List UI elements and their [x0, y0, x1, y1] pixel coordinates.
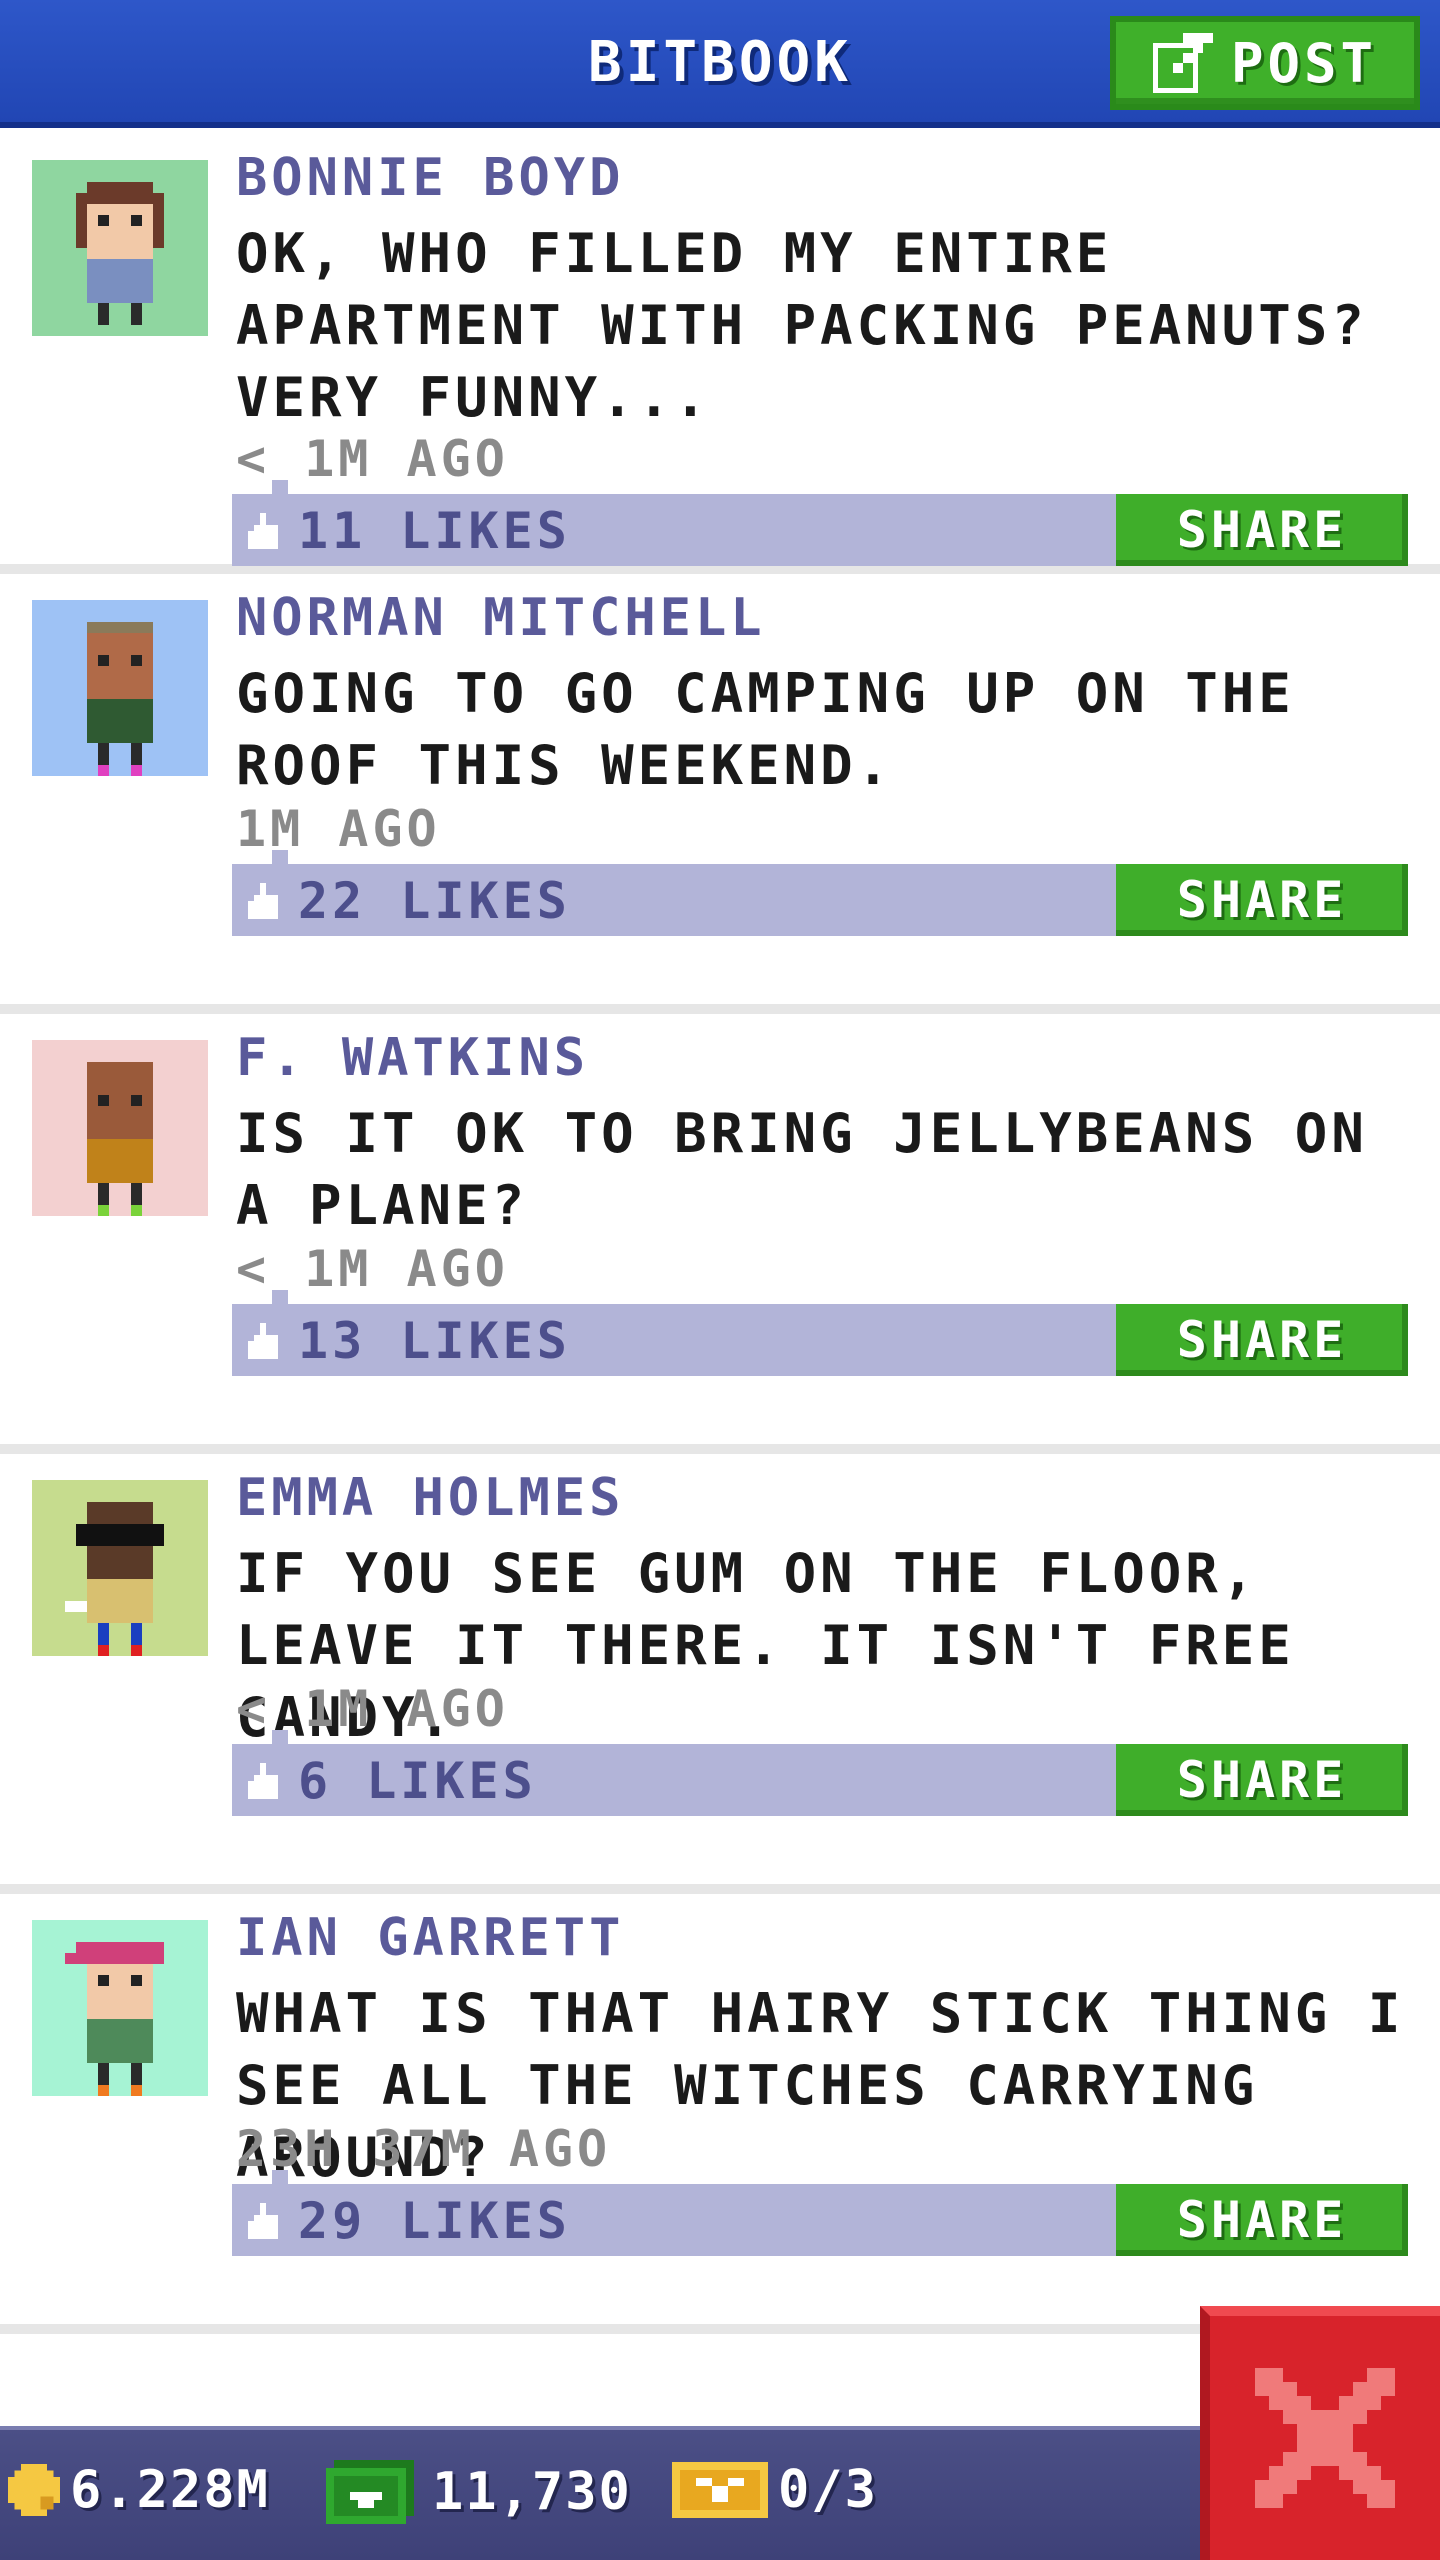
post-author[interactable]: BONNIE BOYD — [236, 148, 624, 208]
likes-count[interactable]: 22 LIKES — [248, 872, 571, 930]
likes-label: 29 LIKES — [298, 2192, 571, 2250]
feed-post: EMMA HOLMES IF YOU SEE GUM ON THE FLOOR,… — [0, 1454, 1440, 1894]
thumb-up-icon — [248, 2203, 278, 2239]
coins-counter[interactable]: 6.228M — [8, 2460, 270, 2520]
avatar[interactable] — [32, 1040, 208, 1216]
likes-count[interactable]: 11 LIKES — [248, 502, 571, 560]
likes-count[interactable]: 29 LIKES — [248, 2192, 571, 2250]
header-bar: BITBOOK POST — [0, 0, 1440, 128]
tickets-value: 0/3 — [778, 2460, 878, 2520]
bitizen-avatar — [32, 1480, 208, 1656]
likes-label: 11 LIKES — [298, 502, 571, 560]
likes-bar: 13 LIKES SHARE — [232, 1290, 1408, 1376]
ticket-icon — [672, 2462, 768, 2518]
likes-bar: 29 LIKES SHARE — [232, 2170, 1408, 2256]
share-button[interactable]: SHARE — [1116, 1744, 1408, 1816]
likes-count[interactable]: 13 LIKES — [248, 1312, 571, 1370]
close-icon — [1255, 2368, 1395, 2508]
feed-post: IAN GARRETT WHAT IS THAT HAIRY STICK THI… — [0, 1894, 1440, 2334]
coin-icon — [8, 2464, 60, 2516]
likes-label: 6 LIKES — [298, 1752, 537, 1810]
avatar[interactable] — [32, 1920, 208, 2096]
post-author[interactable]: NORMAN MITCHELL — [236, 588, 766, 648]
thumb-up-icon — [248, 513, 278, 549]
bux-value: 11,730 — [432, 2462, 632, 2522]
edit-icon — [1152, 33, 1213, 93]
likes-label: 22 LIKES — [298, 872, 571, 930]
feed-list: BONNIE BOYD OK, WHO FILLED MY ENTIRE APA… — [0, 134, 1440, 2334]
bux-counter[interactable]: 11,730 — [326, 2460, 632, 2524]
likes-bar: 22 LIKES SHARE — [232, 850, 1408, 936]
post-text: IS IT OK TO BRING JELLYBEANS ON A PLANE? — [236, 1102, 1368, 1237]
post-button-label: POST — [1230, 31, 1378, 95]
share-button[interactable]: SHARE — [1116, 494, 1408, 566]
thumb-up-icon — [248, 1763, 278, 1799]
share-button[interactable]: SHARE — [1116, 2184, 1408, 2256]
coins-value: 6.228M — [70, 2460, 270, 2520]
share-button[interactable]: SHARE — [1116, 1304, 1408, 1376]
avatar[interactable] — [32, 600, 208, 776]
likes-bar: 6 LIKES SHARE — [232, 1730, 1408, 1816]
post-button[interactable]: POST — [1110, 16, 1420, 110]
tickets-counter[interactable]: 0/3 — [672, 2460, 878, 2520]
share-button[interactable]: SHARE — [1116, 864, 1408, 936]
bitizen-avatar — [32, 1920, 208, 2096]
post-text: GOING TO GO CAMPING UP ON THE ROOF THIS … — [236, 662, 1295, 797]
bitizen-avatar — [32, 1040, 208, 1216]
avatar[interactable] — [32, 1480, 208, 1656]
feed-post: F. WATKINS IS IT OK TO BRING JELLYBEANS … — [0, 1014, 1440, 1454]
bitizen-avatar — [32, 600, 208, 776]
thumb-up-icon — [248, 1323, 278, 1359]
thumb-up-icon — [248, 883, 278, 919]
bitizen-avatar — [32, 160, 208, 336]
avatar[interactable] — [32, 160, 208, 336]
feed-post: NORMAN MITCHELL GOING TO GO CAMPING UP O… — [0, 574, 1440, 1014]
bux-icon — [326, 2460, 414, 2524]
post-author[interactable]: IAN GARRETT — [236, 1908, 624, 1968]
close-button[interactable] — [1200, 2306, 1440, 2560]
post-text: OK, WHO FILLED MY ENTIRE APARTMENT WITH … — [236, 222, 1368, 429]
feed-post: BONNIE BOYD OK, WHO FILLED MY ENTIRE APA… — [0, 134, 1440, 574]
post-author[interactable]: F. WATKINS — [236, 1028, 589, 1088]
post-time: 1M AGO — [236, 800, 441, 858]
bitbook-screen: BITBOOK POST BONNIE BOYD OK, WHO FILLED … — [0, 0, 1440, 2560]
post-time: 23H 37M AGO — [236, 2120, 612, 2178]
likes-count[interactable]: 6 LIKES — [248, 1752, 537, 1810]
likes-bar: 11 LIKES SHARE — [232, 480, 1408, 566]
likes-label: 13 LIKES — [298, 1312, 571, 1370]
post-author[interactable]: EMMA HOLMES — [236, 1468, 624, 1528]
